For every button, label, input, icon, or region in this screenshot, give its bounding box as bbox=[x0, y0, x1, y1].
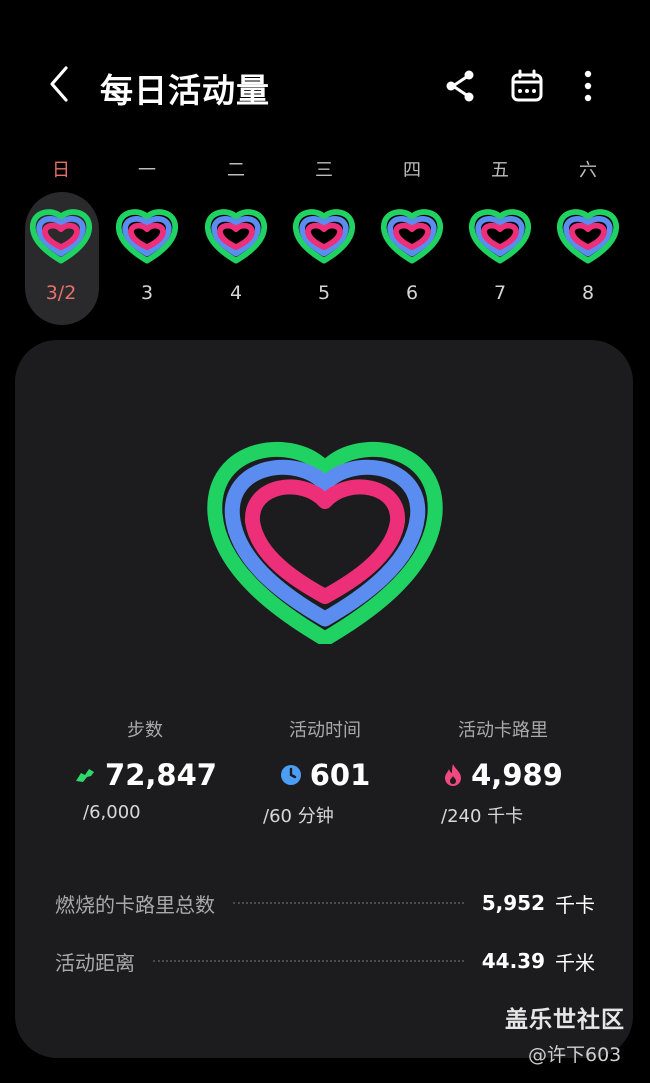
weekday-label: 五 bbox=[491, 160, 509, 181]
distance-value: 44.39 bbox=[481, 949, 545, 973]
total-calories-row[interactable]: 燃烧的卡路里总数 5,952 千卡 bbox=[55, 888, 595, 918]
day-friday[interactable]: 五 7 bbox=[460, 150, 540, 325]
day-thursday[interactable]: 四 6 bbox=[372, 150, 452, 325]
activity-heart-rings-icon bbox=[207, 442, 443, 644]
stat-active-time[interactable]: 活动时间 601 /60 分钟 bbox=[225, 716, 425, 828]
active-time-value: 601 bbox=[309, 758, 371, 792]
distance-unit: 千米 bbox=[555, 950, 595, 975]
date-label: 7 bbox=[493, 282, 507, 304]
heart-ring-icon bbox=[556, 205, 620, 265]
day-wednesday[interactable]: 三 5 bbox=[284, 150, 364, 325]
flame-icon bbox=[445, 764, 462, 786]
heart-ring-icon bbox=[380, 205, 444, 265]
calendar-icon[interactable] bbox=[507, 66, 547, 106]
steps-label: 步数 bbox=[127, 720, 163, 741]
app-header: 每日活动量 bbox=[0, 50, 650, 120]
chevron-left-icon[interactable] bbox=[40, 62, 80, 106]
active-calories-value: 4,989 bbox=[471, 758, 563, 792]
distance-label: 活动距离 bbox=[55, 950, 135, 975]
weekday-label: 二 bbox=[227, 160, 245, 181]
heart-ring-icon bbox=[292, 205, 356, 265]
steps-value: 72,847 bbox=[105, 758, 217, 792]
date-label: 5 bbox=[317, 282, 331, 304]
day-sunday[interactable]: 日 3/2 bbox=[21, 150, 101, 325]
date-label: 4 bbox=[229, 282, 243, 304]
active-calories-label: 活动卡路里 bbox=[458, 720, 548, 741]
active-time-label: 活动时间 bbox=[289, 720, 361, 741]
date-label: 8 bbox=[581, 282, 595, 304]
heart-ring-icon bbox=[204, 205, 268, 265]
watermark-user: @许下603 bbox=[528, 1044, 622, 1066]
watermark-brand: 盖乐世社区 bbox=[505, 1007, 625, 1033]
active-calories-goal: /240 千卡 bbox=[441, 806, 524, 827]
more-vertical-icon[interactable] bbox=[568, 66, 608, 106]
day-saturday[interactable]: 六 8 bbox=[548, 150, 628, 325]
clock-icon bbox=[280, 765, 301, 785]
share-icon[interactable] bbox=[440, 66, 480, 106]
heart-ring-icon bbox=[468, 205, 532, 265]
dotted-leader bbox=[233, 902, 464, 904]
day-tuesday[interactable]: 二 4 bbox=[196, 150, 276, 325]
activity-card: 步数 72,847 /6,000 活动时间 601 /60 分钟 活动卡路里 4 bbox=[15, 340, 633, 1058]
weekday-label: 四 bbox=[403, 160, 421, 181]
weekday-label: 六 bbox=[579, 160, 597, 181]
date-label: 3 bbox=[140, 282, 154, 304]
weekday-label: 日 bbox=[52, 160, 70, 181]
active-time-goal: /60 分钟 bbox=[263, 806, 334, 827]
page-title: 每日活动量 bbox=[100, 71, 270, 110]
date-label: 3/2 bbox=[45, 282, 77, 304]
stat-active-calories[interactable]: 活动卡路里 4,989 /240 千卡 bbox=[403, 716, 603, 828]
weekday-label: 三 bbox=[315, 160, 333, 181]
heart-ring-icon bbox=[115, 205, 179, 265]
distance-row[interactable]: 活动距离 44.39 千米 bbox=[55, 946, 595, 976]
weekday-label: 一 bbox=[138, 160, 156, 181]
week-selector: 日 3/2 一 3 二 4 三 5 四 6 五 7 六 8 bbox=[0, 150, 650, 330]
total-calories-unit: 千卡 bbox=[555, 892, 595, 917]
date-label: 6 bbox=[405, 282, 419, 304]
steps-goal: /6,000 bbox=[83, 802, 141, 823]
heart-ring-icon bbox=[29, 205, 93, 265]
day-monday[interactable]: 一 3 bbox=[107, 150, 187, 325]
stat-steps[interactable]: 步数 72,847 /6,000 bbox=[45, 716, 245, 823]
total-calories-label: 燃烧的卡路里总数 bbox=[55, 892, 215, 917]
shoe-icon bbox=[76, 769, 95, 782]
dotted-leader bbox=[153, 960, 464, 962]
total-calories-value: 5,952 bbox=[481, 891, 545, 915]
